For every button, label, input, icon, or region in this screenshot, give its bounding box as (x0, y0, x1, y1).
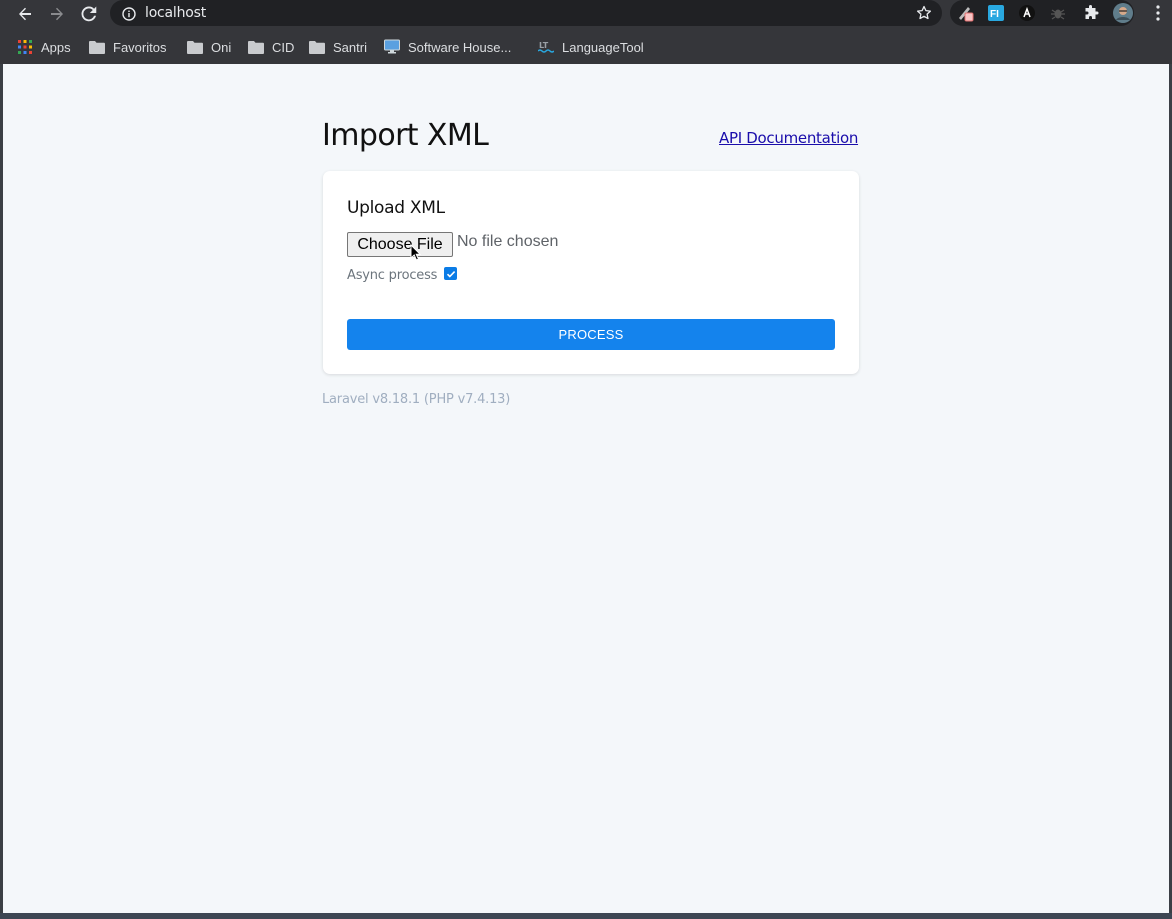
bookmark-label: CID (272, 39, 295, 55)
bookmark-cid[interactable]: CID (248, 38, 294, 56)
page-viewport: Import XML API Documentation Upload XML … (3, 64, 1169, 913)
bookmark-apps[interactable]: Apps (17, 38, 71, 56)
bookmark-santri[interactable]: Santri (309, 38, 367, 56)
bookmark-label: Apps (41, 39, 71, 55)
more-vertical-icon (1150, 5, 1166, 26)
bookmark-label: LanguageTool (562, 39, 644, 55)
file-status-text: No file chosen (457, 233, 559, 250)
bookmarks-bar: Apps Favoritos Oni CID Santri Software H… (0, 28, 1172, 64)
framework-version: Laravel v8.18.1 (PHP v7.4.13) (322, 392, 511, 407)
process-button[interactable]: PROCESS (347, 319, 835, 350)
folder-icon (309, 39, 325, 55)
bookmark-label: Software House... (408, 39, 512, 55)
lambda-extension-icon[interactable] (1018, 4, 1036, 22)
fi-extension-icon[interactable]: FI (987, 4, 1005, 22)
folder-icon (187, 39, 203, 55)
folder-icon (89, 39, 105, 55)
address-bar[interactable]: localhost (110, 0, 942, 26)
bookmark-label: Favoritos (113, 39, 167, 55)
bookmark-label: Oni (211, 39, 232, 55)
mouse-cursor-icon (410, 243, 422, 266)
async-process-checkbox[interactable] (444, 267, 457, 280)
svg-text:FI: FI (990, 9, 999, 20)
arrow-right-icon (49, 6, 65, 22)
site-info-icon[interactable] (122, 6, 136, 25)
apps-grid-icon (17, 39, 33, 55)
choose-file-button[interactable]: Choose File (347, 232, 453, 257)
languagetool-icon: LT (538, 39, 554, 55)
browser-toolbar: localhost FI (0, 0, 1172, 28)
back-button[interactable] (13, 2, 37, 26)
browser-menu-button[interactable] (1150, 4, 1166, 22)
reload-button[interactable] (77, 2, 101, 26)
bookmark-favoritos[interactable]: Favoritos (89, 38, 166, 56)
api-documentation-link[interactable]: API Documentation (719, 129, 858, 147)
arrow-left-icon (17, 6, 33, 22)
window-bottom-edge (0, 913, 1172, 919)
folder-icon (248, 39, 264, 55)
forward-button[interactable] (45, 2, 69, 26)
url-text: localhost (145, 5, 207, 21)
async-process-label: Async process (347, 268, 438, 283)
bookmark-oni[interactable]: Oni (187, 38, 231, 56)
upload-heading: Upload XML (347, 198, 445, 218)
checkmark-icon (446, 264, 456, 283)
extensions-area: FI (950, 0, 1134, 26)
bookmark-languagetool[interactable]: LT LanguageTool (538, 38, 644, 56)
pen-extension-icon[interactable] (956, 4, 974, 22)
page-title: Import XML (322, 118, 489, 153)
bookmark-label: Santri (333, 39, 367, 55)
bug-extension-icon[interactable] (1049, 4, 1067, 22)
upload-card: Upload XML Choose File No file chosen As… (323, 171, 859, 374)
profile-avatar-icon[interactable] (1112, 2, 1134, 24)
monitor-icon (384, 39, 400, 55)
svg-text:LT: LT (539, 41, 549, 50)
bookmark-software-house[interactable]: Software House... (384, 38, 511, 56)
puzzle-icon[interactable] (1082, 4, 1100, 22)
bookmark-star-icon[interactable] (916, 5, 932, 25)
reload-icon (81, 6, 97, 22)
